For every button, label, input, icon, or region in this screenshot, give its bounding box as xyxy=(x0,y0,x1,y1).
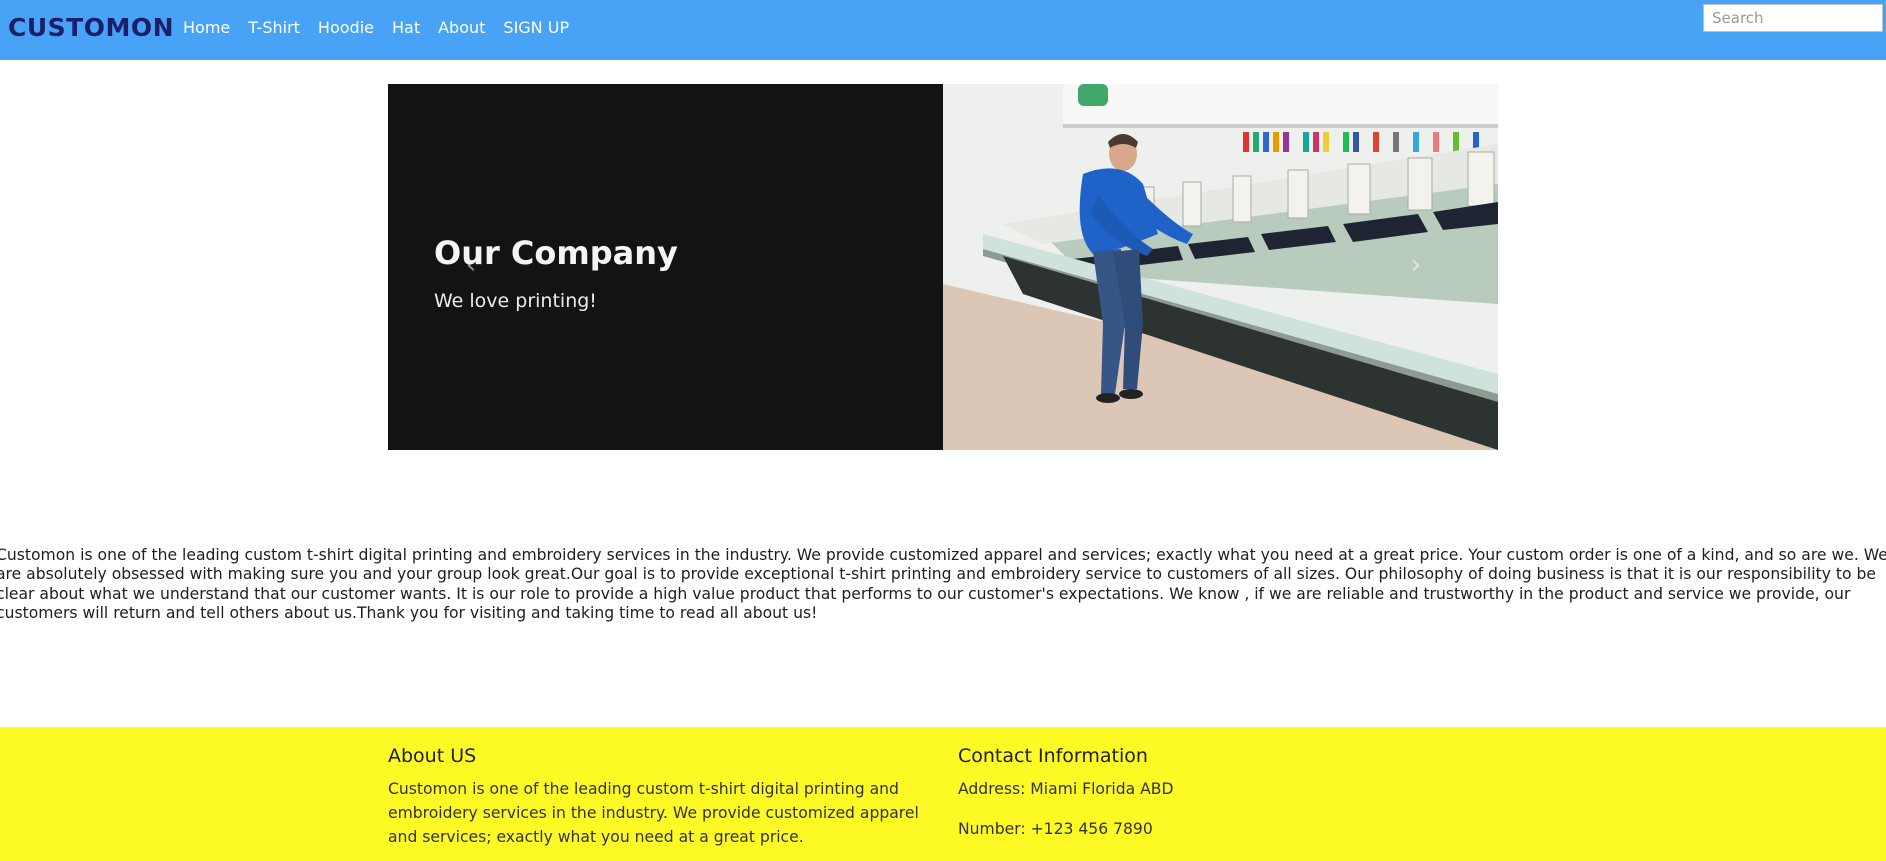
nav-sign-up[interactable]: SIGN UP xyxy=(495,18,579,37)
brand-logo[interactable]: CUSTOMON xyxy=(6,6,174,48)
nav-tshirt[interactable]: T-Shirt xyxy=(240,18,310,37)
nav-home[interactable]: Home xyxy=(175,18,240,37)
footer-address: Address: Miami Florida ABD xyxy=(958,780,1174,798)
carousel-prev-button[interactable]: ‹ xyxy=(460,252,482,278)
navbar: CUSTOMON Home T-Shirt Hoodie Hat About S… xyxy=(0,0,1886,60)
brand-name: CUSTOMON xyxy=(8,12,175,42)
carousel-subtitle: We love printing! xyxy=(434,290,597,312)
chevron-right-icon: › xyxy=(1410,250,1422,280)
nav-about[interactable]: About xyxy=(430,18,495,37)
footer-phone-number: Number: +123 456 7890 xyxy=(958,820,1153,838)
footer-contact-section: Contact Information Address: Miami Flori… xyxy=(958,745,1458,857)
footer: About US Customon is one of the leading … xyxy=(0,727,1886,861)
chevron-left-icon: ‹ xyxy=(465,250,477,280)
about-paragraph: Customon is one of the leading custom t-… xyxy=(0,546,1886,623)
search-input[interactable] xyxy=(1703,4,1883,32)
nav-hoodie[interactable]: Hoodie xyxy=(310,18,384,37)
carousel: Our Company We love printing! ‹ › xyxy=(388,84,1498,450)
footer-about-section: About US Customon is one of the leading … xyxy=(388,745,928,849)
nav-hat[interactable]: Hat xyxy=(384,18,430,37)
footer-contact-heading: Contact Information xyxy=(958,745,1148,767)
nav-menu: Home T-Shirt Hoodie Hat About SIGN UP xyxy=(175,0,579,54)
carousel-next-button[interactable]: › xyxy=(1405,252,1427,278)
footer-about-heading: About US xyxy=(388,745,477,767)
footer-about-text: Customon is one of the leading custom t-… xyxy=(388,780,919,846)
